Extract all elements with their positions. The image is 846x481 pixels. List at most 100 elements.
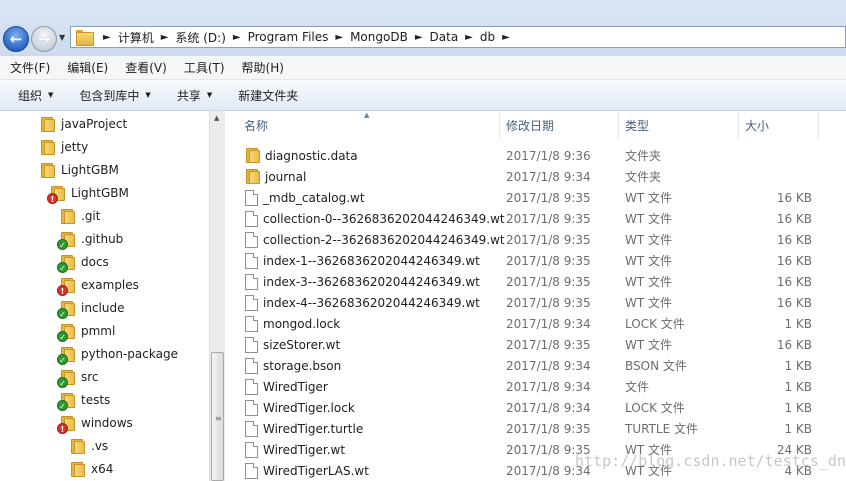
file-row[interactable]: collection-2--3626836202044246349.wt 2017… [225,229,846,250]
file-type: 文件夹 [625,149,662,163]
file-row[interactable]: _mdb_catalog.wt 2017/1/8 9:35 WT 文件 16 KB [225,187,846,208]
tree-item-label: jetty [61,140,89,154]
include-in-library-button[interactable]: 包含到库中 ▼ [69,87,160,104]
scrollbar-thumb[interactable]: ≡ [211,352,224,481]
breadcrumb[interactable]: ► 计算机 ► 系统 (D:) ► Program Files ► MongoD… [70,26,846,48]
new-folder-label: 新建文件夹 [238,88,299,103]
organize-button[interactable]: 组织 ▼ [8,87,63,104]
scroll-up-arrow-icon[interactable]: ▲ [214,114,219,122]
file-name-cell: WiredTiger [245,376,328,397]
file-size: 16 KB [776,190,812,205]
file-row[interactable]: WiredTiger.lock 2017/1/8 9:34 LOCK 文件 1 KB [225,397,846,418]
file-date: 2017/1/8 9:34 [506,379,591,394]
file-name: journal [265,169,307,184]
chevron-right-icon[interactable]: ► [415,32,423,43]
tree-item[interactable]: ! examples [57,274,139,296]
breadcrumb-data[interactable]: Data [430,30,459,44]
share-button[interactable]: 共享 ▼ [167,87,222,104]
share-label: 共享 [176,88,201,103]
menu-tools[interactable]: 工具(T) [177,59,232,76]
tree-item[interactable]: x64 [70,458,113,480]
tree-item[interactable]: ✓ src [57,366,99,388]
chevron-right-icon[interactable]: ► [103,32,111,43]
file-icon [245,210,258,227]
tree-item[interactable]: javaProject [40,113,127,135]
file-name-cell: index-1--3626836202044246349.wt [245,250,480,271]
file-icon [245,273,258,290]
chevron-right-icon[interactable]: ► [465,32,473,43]
folder-icon: ✓ [57,300,75,319]
file-icon [245,336,258,353]
breadcrumb-drive[interactable]: 系统 (D:) [175,29,225,46]
include-in-library-label: 包含到库中 [79,88,140,103]
chevron-right-icon[interactable]: ► [502,32,510,43]
breadcrumb-computer[interactable]: 计算机 [118,29,154,46]
file-row[interactable]: WiredTiger.turtle 2017/1/8 9:35 TURTLE 文件 1… [225,418,846,439]
new-folder-button[interactable]: 新建文件夹 [228,87,308,104]
column-header-name[interactable]: 名称 [238,111,500,139]
file-name: index-3--3626836202044246349.wt [263,274,480,289]
file-row[interactable]: index-3--3626836202044246349.wt 2017/1/8 … [225,271,846,292]
tree-item[interactable]: .git [60,205,100,227]
tree-item[interactable]: LightGBM [40,159,119,181]
tree-item[interactable]: ! LightGBM [47,182,129,204]
caret-down-icon: ▼ [206,91,213,99]
file-row[interactable]: collection-0--3626836202044246349.wt 2017… [225,208,846,229]
column-header-size[interactable]: 大小 [739,111,819,139]
file-name: sizeStorer.wt [263,337,341,352]
tree-item[interactable]: ✓ docs [57,251,109,273]
column-header-date[interactable]: 修改日期 [500,111,619,139]
file-row[interactable]: index-1--3626836202044246349.wt 2017/1/8 … [225,250,846,271]
breadcrumb-program-files[interactable]: Program Files [248,30,329,44]
folder-icon [245,148,260,163]
tree-item[interactable]: ✓ pmml [57,320,115,342]
menu-file[interactable]: 文件(F) [3,59,57,76]
file-row[interactable]: sizeStorer.wt 2017/1/8 9:35 WT 文件 16 KB [225,334,846,355]
menu-edit[interactable]: 编辑(E) [60,59,115,76]
tree-item[interactable]: ✓ tests [57,389,110,411]
file-size: 1 KB [784,379,812,394]
folder-icon [40,162,55,178]
file-name-cell: index-3--3626836202044246349.wt [245,271,480,292]
menu-help[interactable]: 帮助(H) [235,59,291,76]
file-type: BSON 文件 [625,359,687,373]
file-row[interactable]: index-4--3626836202044246349.wt 2017/1/8 … [225,292,846,313]
tree-item[interactable]: ✓ .github [57,228,123,250]
back-button[interactable]: ← [3,26,29,52]
breadcrumb-items: ► 计算机 ► 系统 (D:) ► Program Files ► MongoD… [96,29,517,46]
breadcrumb-mongodb[interactable]: MongoDB [350,30,408,44]
chevron-right-icon[interactable]: ► [233,32,241,43]
file-icon [245,252,258,269]
sync-error-icon: ! [57,284,68,296]
tree-item[interactable]: ✓ include [57,297,124,319]
navigation-scrollbar[interactable]: ▲ ≡ [209,111,225,481]
column-header-type[interactable]: 类型 [619,111,739,139]
chevron-right-icon[interactable]: ► [161,32,169,43]
file-row[interactable]: storage.bson 2017/1/8 9:34 BSON 文件 1 KB [225,355,846,376]
file-row[interactable]: diagnostic.data 2017/1/8 9:36 文件夹 [225,145,846,166]
file-name-cell: WiredTiger.wt [245,439,345,460]
tree-item-label: .vs [91,439,109,453]
caret-down-icon: ▼ [48,91,54,99]
tree-item[interactable]: .vs [70,435,108,457]
tree-item[interactable]: ! windows [57,412,133,434]
file-icon [245,294,258,311]
chevron-right-icon[interactable]: ► [335,32,343,43]
tree-item[interactable]: jetty [40,136,88,158]
breadcrumb-db[interactable]: db [480,30,495,44]
file-row[interactable]: WiredTiger 2017/1/8 9:34 文件 1 KB [225,376,846,397]
file-size: 16 KB [776,295,812,310]
file-row[interactable]: mongod.lock 2017/1/8 9:34 LOCK 文件 1 KB [225,313,846,334]
menu-view[interactable]: 查看(V) [118,59,174,76]
file-icon [245,189,258,206]
file-name-cell: WiredTigerLAS.wt [245,460,369,481]
file-name-cell: mongod.lock [245,313,340,334]
file-row[interactable]: journal 2017/1/8 9:34 文件夹 [225,166,846,187]
tree-item[interactable]: ✓ python-package [57,343,178,365]
file-date: 2017/1/8 9:35 [506,421,591,436]
file-type: WT 文件 [625,254,673,268]
forward-button[interactable]: → [31,26,57,52]
arrow-right-icon: → [37,29,51,48]
recent-pages-chevron-down-icon[interactable]: ▼ [59,33,65,42]
folder-icon: ! [57,277,75,296]
